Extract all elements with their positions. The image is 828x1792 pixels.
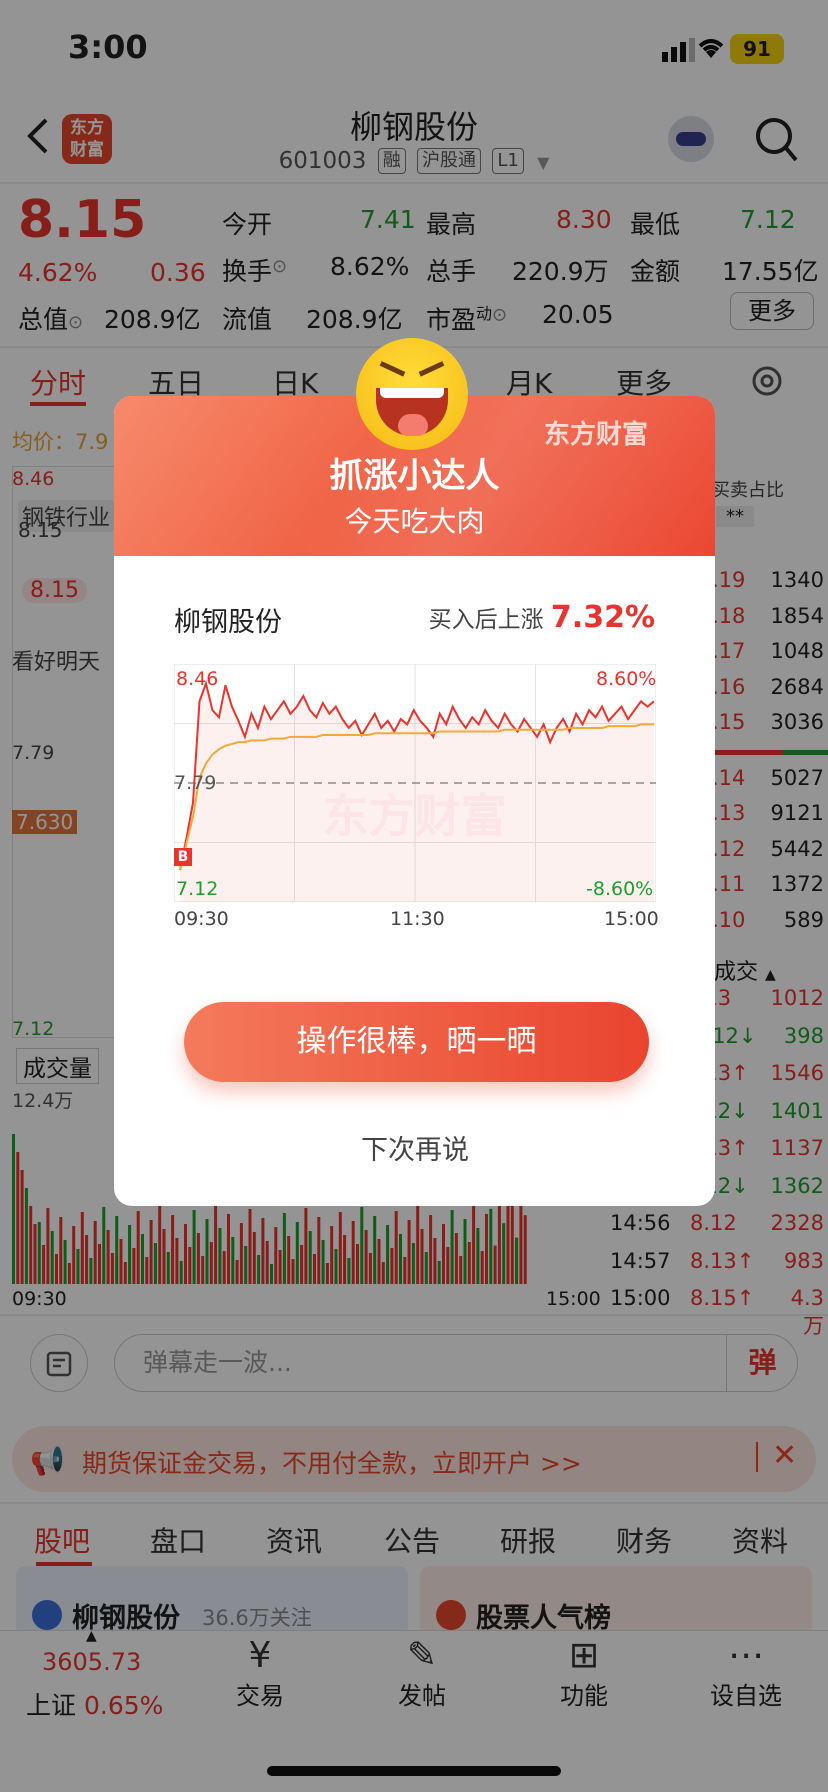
face-tongue [398, 414, 428, 436]
modal-stock-name: 柳钢股份 [174, 607, 282, 638]
chart-high-label: 8.46 [176, 668, 219, 690]
modal-title: 抓涨小达人 [329, 456, 500, 496]
face-teeth [380, 388, 444, 398]
x-tick-mid: 11:30 [390, 908, 445, 930]
brand-watermark: 东方财富 [544, 420, 649, 450]
app-screen: 3:00 91 东方财富 柳钢股份 601003 融 沪股通 L1 ▼ 8.15… [0, 0, 828, 1792]
chart-ref-label: 7.79 [174, 772, 217, 794]
achievement-modal: 东方财富 抓涨小达人 今天吃大肉 柳钢股份 买入后上涨 7.32% 东方财富 8… [114, 396, 715, 1206]
gain-value: 7.32% [550, 600, 655, 635]
modal-subtitle: 今天吃大肉 [344, 505, 485, 538]
chart-low-label: 7.12 [176, 878, 219, 900]
buy-marker: B [174, 848, 192, 866]
chart-low-pct: -8.60% [586, 878, 654, 900]
share-button[interactable]: 操作很棒，晒一晒 [184, 1002, 649, 1082]
gain-row: 买入后上涨 7.32% [428, 600, 655, 635]
chart-high-pct: 8.60% [596, 668, 657, 690]
x-tick-start: 09:30 [174, 908, 229, 930]
later-button[interactable]: 下次再说 [300, 1128, 530, 1167]
x-tick-end: 15:00 [604, 908, 659, 930]
